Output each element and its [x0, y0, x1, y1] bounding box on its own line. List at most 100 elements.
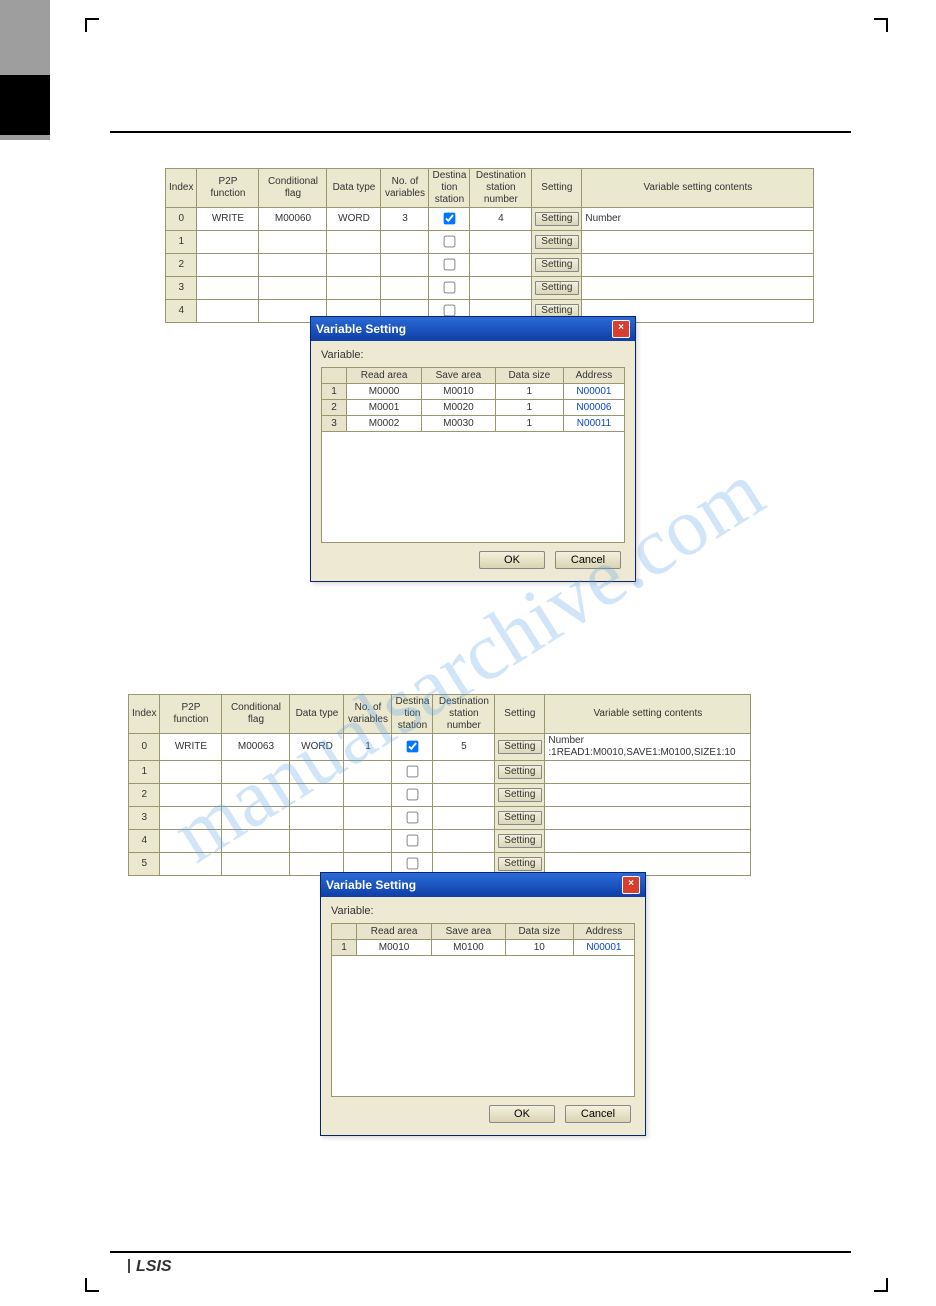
cell-read-area[interactable]: M0002 [347, 416, 422, 432]
cell-no-variables[interactable] [344, 784, 392, 807]
dest-station-checkbox[interactable] [444, 236, 456, 248]
dest-station-checkbox[interactable] [444, 305, 456, 317]
setting-button[interactable]: Setting [498, 811, 542, 825]
cell-p2p-function[interactable] [197, 254, 259, 277]
cell-data-type[interactable] [327, 231, 381, 254]
setting-button[interactable]: Setting [498, 834, 542, 848]
cell-save-area[interactable]: M0010 [422, 384, 496, 400]
ok-button[interactable]: OK [479, 551, 545, 569]
setting-button[interactable]: Setting [535, 281, 579, 295]
cell-data-type[interactable] [290, 761, 344, 784]
cell-conditional-flag[interactable] [259, 231, 327, 254]
cell-save-area[interactable]: M0100 [432, 940, 506, 956]
cell-dest-station[interactable] [392, 830, 433, 853]
cell-p2p-function[interactable]: WRITE [197, 208, 259, 231]
setting-button[interactable]: Setting [498, 765, 542, 779]
cell-conditional-flag[interactable] [222, 853, 290, 876]
ok-button[interactable]: OK [489, 1105, 555, 1123]
cell-no-variables[interactable] [344, 807, 392, 830]
cell-p2p-function[interactable]: WRITE [160, 734, 222, 761]
cell-address[interactable]: N00001 [563, 384, 624, 400]
cell-data-size[interactable]: 1 [495, 416, 563, 432]
cell-no-variables[interactable]: 1 [344, 734, 392, 761]
setting-button[interactable]: Setting [498, 788, 542, 802]
cell-dest-station[interactable] [429, 208, 470, 231]
cell-dest-station-number[interactable] [470, 277, 532, 300]
cell-no-variables[interactable] [344, 761, 392, 784]
cell-p2p-function[interactable] [160, 784, 222, 807]
cell-conditional-flag[interactable] [222, 830, 290, 853]
cell-p2p-function[interactable] [197, 300, 259, 323]
cell-save-area[interactable]: M0030 [422, 416, 496, 432]
cell-dest-station-number[interactable] [470, 254, 532, 277]
cell-dest-station-number[interactable] [433, 830, 495, 853]
setting-button[interactable]: Setting [498, 857, 542, 871]
cell-read-area[interactable]: M0001 [347, 400, 422, 416]
cell-address[interactable]: N00011 [563, 416, 624, 432]
cell-dest-station-number[interactable] [433, 784, 495, 807]
cell-dest-station[interactable] [429, 254, 470, 277]
cell-conditional-flag[interactable] [222, 807, 290, 830]
dest-station-checkbox[interactable] [444, 213, 456, 225]
cell-conditional-flag[interactable] [259, 277, 327, 300]
cell-data-size[interactable]: 10 [505, 940, 573, 956]
cell-data-size[interactable]: 1 [495, 384, 563, 400]
cell-conditional-flag[interactable]: M00060 [259, 208, 327, 231]
cancel-button[interactable]: Cancel [555, 551, 621, 569]
cell-data-size[interactable]: 1 [495, 400, 563, 416]
close-icon[interactable]: × [622, 876, 640, 894]
setting-button[interactable]: Setting [535, 235, 579, 249]
cell-dest-station[interactable] [392, 784, 433, 807]
cell-data-type[interactable] [290, 830, 344, 853]
cell-p2p-function[interactable] [160, 807, 222, 830]
cell-no-variables[interactable] [381, 231, 429, 254]
cell-dest-station[interactable] [392, 761, 433, 784]
cell-dest-station-number[interactable]: 4 [470, 208, 532, 231]
cell-read-area[interactable]: M0010 [357, 940, 432, 956]
cell-data-type[interactable] [290, 807, 344, 830]
dest-station-checkbox[interactable] [444, 282, 456, 294]
setting-button[interactable]: Setting [498, 740, 542, 754]
dest-station-checkbox[interactable] [407, 812, 419, 824]
cell-p2p-function[interactable] [197, 231, 259, 254]
cell-dest-station-number[interactable] [433, 807, 495, 830]
cell-no-variables[interactable] [381, 277, 429, 300]
cell-address[interactable]: N00001 [573, 940, 634, 956]
cell-dest-station-number[interactable]: 5 [433, 734, 495, 761]
cell-p2p-function[interactable] [197, 277, 259, 300]
dest-station-checkbox[interactable] [407, 741, 419, 753]
cell-data-type[interactable] [290, 784, 344, 807]
cell-no-variables[interactable]: 3 [381, 208, 429, 231]
cell-no-variables[interactable] [344, 830, 392, 853]
cell-data-type[interactable]: WORD [327, 208, 381, 231]
cell-read-area[interactable]: M0000 [347, 384, 422, 400]
cell-dest-station-number[interactable] [470, 231, 532, 254]
cell-address[interactable]: N00006 [563, 400, 624, 416]
setting-button[interactable]: Setting [535, 258, 579, 272]
cell-save-area[interactable]: M0020 [422, 400, 496, 416]
dest-station-checkbox[interactable] [407, 766, 419, 778]
dest-station-checkbox[interactable] [444, 259, 456, 271]
dest-station-checkbox[interactable] [407, 858, 419, 870]
cell-data-type[interactable] [327, 254, 381, 277]
cell-no-variables[interactable] [381, 254, 429, 277]
cell-conditional-flag[interactable] [222, 761, 290, 784]
cancel-button[interactable]: Cancel [565, 1105, 631, 1123]
cell-conditional-flag[interactable]: M00063 [222, 734, 290, 761]
cell-dest-station[interactable] [429, 277, 470, 300]
cell-conditional-flag[interactable] [222, 784, 290, 807]
close-icon[interactable]: × [612, 320, 630, 338]
cell-data-type[interactable] [327, 277, 381, 300]
cell-dest-station[interactable] [392, 807, 433, 830]
cell-data-type[interactable]: WORD [290, 734, 344, 761]
cell-p2p-function[interactable] [160, 853, 222, 876]
cell-p2p-function[interactable] [160, 830, 222, 853]
cell-dest-station[interactable] [429, 231, 470, 254]
dest-station-checkbox[interactable] [407, 789, 419, 801]
cell-p2p-function[interactable] [160, 761, 222, 784]
cell-dest-station-number[interactable] [433, 761, 495, 784]
cell-dest-station[interactable] [392, 734, 433, 761]
cell-conditional-flag[interactable] [259, 254, 327, 277]
setting-button[interactable]: Setting [535, 212, 579, 226]
dest-station-checkbox[interactable] [407, 835, 419, 847]
